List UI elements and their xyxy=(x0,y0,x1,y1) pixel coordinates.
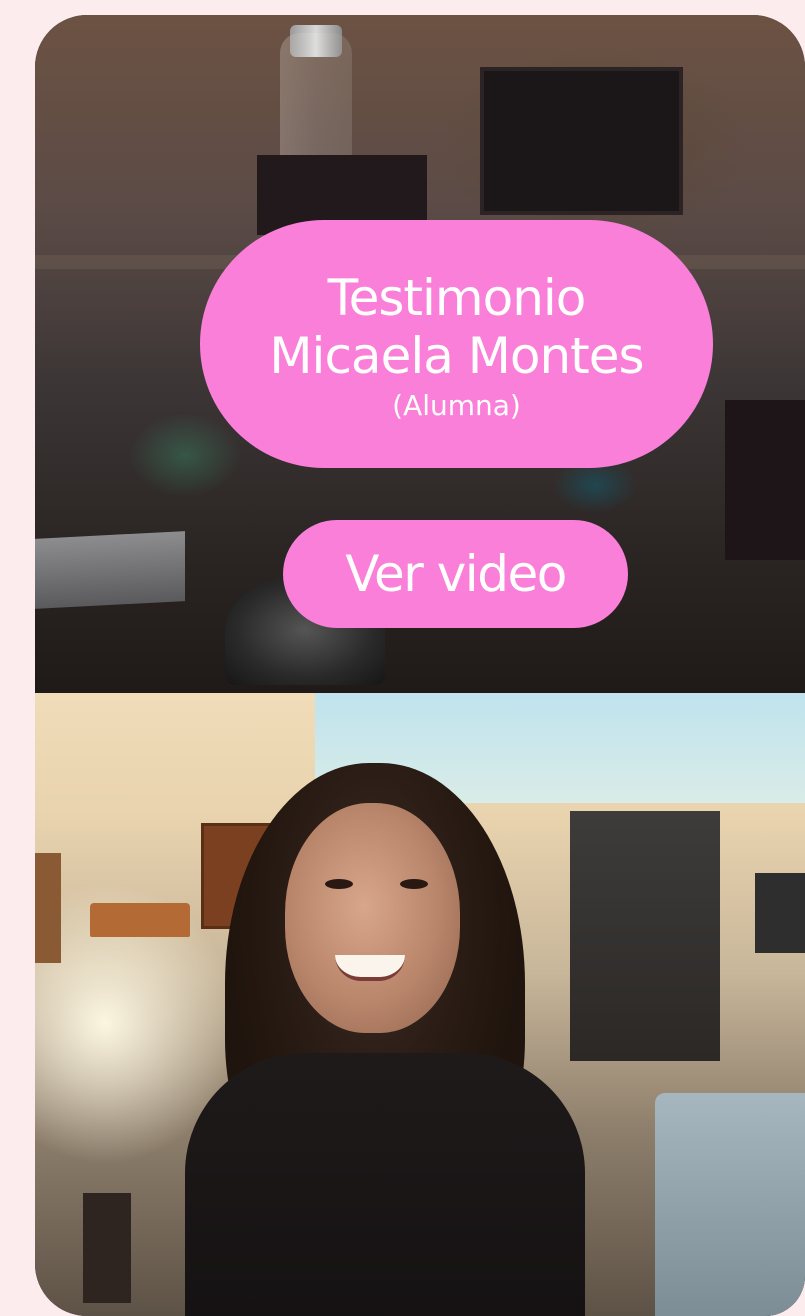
testimonial-heading: Testimonio xyxy=(327,269,587,327)
lamp-graphic xyxy=(90,903,190,937)
door-graphic xyxy=(570,811,720,1061)
person-body-graphic xyxy=(185,1053,585,1316)
person-face-graphic xyxy=(285,803,460,1033)
testimonial-title-badge: Testimonio Micaela Montes (Alumna) xyxy=(200,220,713,468)
wall-art-graphic xyxy=(35,853,61,963)
plant-graphic xyxy=(83,1193,131,1303)
video-thumbnail-card[interactable]: Testimonio Micaela Montes (Alumna) Ver v… xyxy=(35,15,805,1316)
video-thumbnail-bottom-frame xyxy=(35,693,805,1316)
watch-video-button[interactable]: Ver video xyxy=(283,520,628,628)
chair-graphic xyxy=(655,1093,805,1316)
framed-sign-graphic xyxy=(725,400,805,560)
person-eye-graphic xyxy=(325,879,353,889)
testimonial-person-name: Micaela Montes xyxy=(269,327,644,385)
framed-sign-graphic xyxy=(480,67,683,215)
testimonial-role: (Alumna) xyxy=(392,389,521,422)
person-eye-graphic xyxy=(400,879,428,889)
laptop-graphic xyxy=(35,531,185,609)
wall-art-graphic xyxy=(755,873,805,953)
